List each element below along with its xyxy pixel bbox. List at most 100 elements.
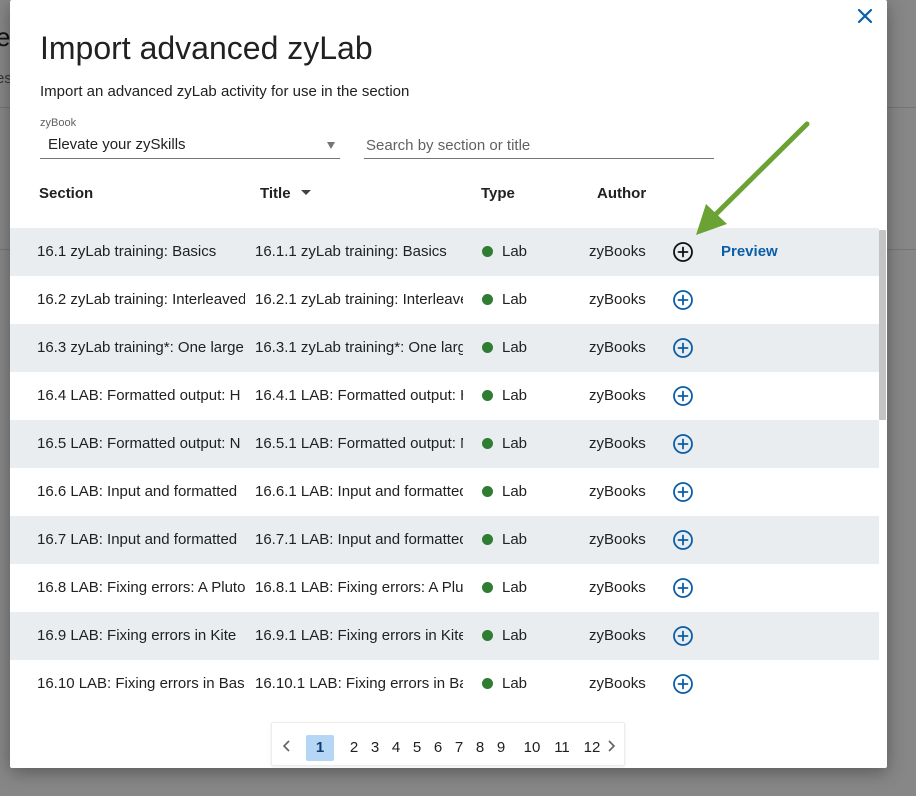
plus-circle-icon [673, 578, 693, 598]
page-11-button[interactable]: 11 [551, 735, 573, 761]
row-title: 16.8.1 LAB: Fixing errors: A Pluto [255, 579, 463, 596]
plus-circle-icon [673, 434, 693, 454]
row-section: 16.5 LAB: Formatted output: N [37, 435, 241, 452]
row-author: zyBooks [589, 579, 646, 596]
plus-circle-icon [673, 290, 693, 310]
table-scrollbar-thumb[interactable] [879, 230, 886, 420]
caret-down-icon [327, 142, 335, 149]
row-type: Lab [482, 531, 562, 548]
close-icon [857, 8, 873, 24]
page-8-button[interactable]: 8 [474, 735, 486, 761]
column-header-section[interactable]: Section [39, 185, 93, 202]
table-row[interactable]: 16.2 zyLab training: Interleaved 16.2.1 … [10, 276, 879, 324]
table-row[interactable]: 16.6 LAB: Input and formatted 16.6.1 LAB… [10, 468, 879, 516]
add-activity-button[interactable] [672, 481, 694, 503]
row-title: 16.2.1 zyLab training: Interleaved [255, 291, 463, 308]
pagination: 1 2 3 4 5 6 7 8 9 10 11 12 [271, 722, 625, 766]
add-activity-button[interactable] [672, 385, 694, 407]
plus-circle-icon [673, 482, 693, 502]
table-row[interactable]: 16.7 LAB: Input and formatted 16.7.1 LAB… [10, 516, 879, 564]
table-row[interactable]: 16.1 zyLab training: Basics 16.1.1 zyLab… [10, 228, 879, 276]
page-12-button[interactable]: 12 [581, 735, 603, 761]
row-type: Lab [482, 675, 562, 692]
sort-caret-icon[interactable] [300, 190, 311, 195]
row-type: Lab [482, 243, 562, 260]
row-author: zyBooks [589, 531, 646, 548]
add-activity-button[interactable] [672, 529, 694, 551]
row-type-label: Lab [502, 579, 528, 596]
page-3-button[interactable]: 3 [369, 735, 381, 761]
page-1-button[interactable]: 1 [306, 735, 334, 761]
status-dot-icon [482, 630, 493, 641]
zybook-select-value: Elevate your zySkills [48, 136, 186, 153]
status-dot-icon [482, 342, 493, 353]
add-activity-button[interactable] [672, 577, 694, 599]
page-4-button[interactable]: 4 [390, 735, 402, 761]
page-5-button[interactable]: 5 [411, 735, 423, 761]
row-type: Lab [482, 291, 562, 308]
add-activity-button[interactable] [672, 241, 694, 263]
plus-circle-icon [673, 242, 693, 262]
row-author: zyBooks [589, 243, 646, 260]
column-header-title[interactable]: Title [260, 185, 311, 202]
row-section: 16.6 LAB: Input and formatted [37, 483, 238, 500]
page-6-button[interactable]: 6 [432, 735, 444, 761]
table-row[interactable]: 16.9 LAB: Fixing errors in Kite 16.9.1 L… [10, 612, 879, 660]
row-type: Lab [482, 387, 562, 404]
row-author: zyBooks [589, 339, 646, 356]
add-activity-button[interactable] [672, 337, 694, 359]
plus-circle-icon [673, 626, 693, 646]
row-title: 16.5.1 LAB: Formatted output: N [255, 435, 463, 452]
status-dot-icon [482, 294, 493, 305]
column-header-author[interactable]: Author [597, 185, 646, 202]
row-author: zyBooks [589, 387, 646, 404]
add-activity-button[interactable] [672, 673, 694, 695]
row-type-label: Lab [502, 627, 528, 644]
row-author: zyBooks [589, 291, 646, 308]
close-button[interactable] [853, 4, 877, 28]
chevron-left-icon [282, 740, 290, 752]
status-dot-icon [482, 678, 493, 689]
row-type-label: Lab [502, 531, 528, 548]
plus-circle-icon [673, 530, 693, 550]
search-input[interactable] [366, 134, 710, 156]
status-dot-icon [482, 582, 493, 593]
row-type-label: Lab [502, 483, 528, 500]
row-type: Lab [482, 435, 562, 452]
modal-title: Import advanced zyLab [40, 30, 373, 66]
row-section: 16.3 zyLab training*: One large [37, 339, 244, 356]
table-row[interactable]: 16.10 LAB: Fixing errors in Basic 16.10.… [10, 660, 879, 708]
page-10-button[interactable]: 10 [521, 735, 543, 761]
status-dot-icon [482, 486, 493, 497]
status-dot-icon [482, 534, 493, 545]
table-row[interactable]: 16.5 LAB: Formatted output: N 16.5.1 LAB… [10, 420, 879, 468]
preview-link[interactable]: Preview [721, 243, 778, 260]
row-author: zyBooks [589, 675, 646, 692]
row-section: 16.1 zyLab training: Basics [37, 243, 217, 260]
page-9-button[interactable]: 9 [495, 735, 507, 761]
add-activity-button[interactable] [672, 433, 694, 455]
add-activity-button[interactable] [672, 625, 694, 647]
page-2-button[interactable]: 2 [348, 735, 360, 761]
row-section: 16.2 zyLab training: Interleaved [37, 291, 245, 308]
row-type-label: Lab [502, 435, 528, 452]
column-header-type[interactable]: Type [481, 185, 515, 202]
row-type-label: Lab [502, 387, 528, 404]
table-row[interactable]: 16.4 LAB: Formatted output: H 16.4.1 LAB… [10, 372, 879, 420]
status-dot-icon [482, 438, 493, 449]
row-author: zyBooks [589, 627, 646, 644]
page-7-button[interactable]: 7 [453, 735, 465, 761]
add-activity-button[interactable] [672, 289, 694, 311]
row-title: 16.4.1 LAB: Formatted output: H [255, 387, 463, 404]
row-type-label: Lab [502, 675, 528, 692]
row-title: 16.6.1 LAB: Input and formatted [255, 483, 463, 500]
zybook-select[interactable]: Elevate your zySkills [40, 132, 340, 159]
column-header-type-label: Type [481, 185, 515, 202]
activity-table: 16.1 zyLab training: Basics 16.1.1 zyLab… [10, 228, 879, 708]
table-row[interactable]: 16.3 zyLab training*: One large 16.3.1 z… [10, 324, 879, 372]
next-page-button[interactable] [604, 736, 618, 756]
chevron-right-icon [608, 740, 616, 752]
prev-page-button[interactable] [280, 736, 294, 756]
table-row[interactable]: 16.8 LAB: Fixing errors: A Pluto 16.8.1 … [10, 564, 879, 612]
row-type-label: Lab [502, 243, 528, 260]
